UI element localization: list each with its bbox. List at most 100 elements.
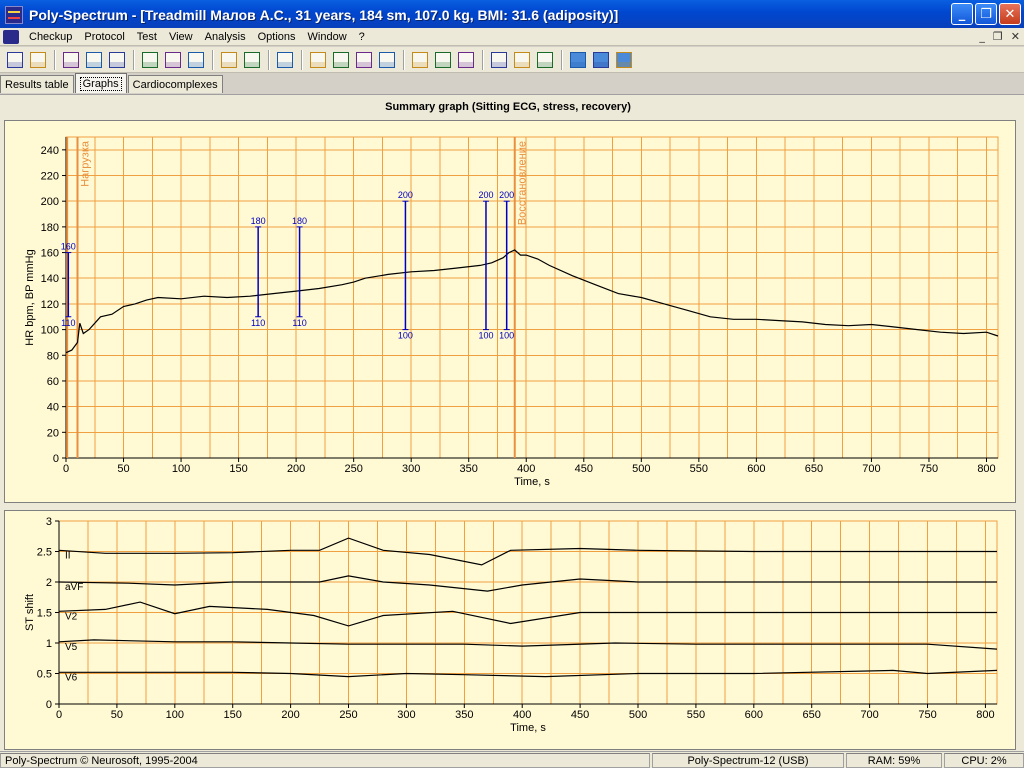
menu-view[interactable]: View: [163, 31, 199, 43]
y-tick-label: 160: [41, 248, 59, 260]
y-tick-label: 60: [47, 376, 59, 388]
y-tick-label: 40: [47, 402, 59, 414]
status-device: Poly-Spectrum-12 (USB): [652, 753, 844, 768]
x-tick-label: 300: [402, 463, 420, 475]
menu-options[interactable]: Options: [252, 31, 302, 43]
status-copyright: Poly-Spectrum © Neurosoft, 1995-2004: [0, 753, 650, 768]
x-tick-label: 250: [339, 709, 357, 721]
mdi-close-button[interactable]: ✕: [1011, 30, 1020, 43]
x-tick-label: 500: [629, 709, 647, 721]
summary-graph-panel[interactable]: 0 50 100 150 200 250 300 350 400 450 500 550 600 650 7…: [4, 120, 1016, 503]
y-tick-label: 240: [41, 145, 59, 157]
document-icon[interactable]: [3, 29, 19, 44]
y-tick-label: 3: [46, 516, 52, 528]
mdi-minimize-button[interactable]: _: [979, 30, 985, 43]
st-shift-chart[interactable]: 0 50 100 150 200 250 300 350 400 450 500 550 600 650 7…: [5, 511, 1017, 751]
y-tick-label: 100: [41, 325, 59, 337]
print-icon[interactable]: [162, 49, 184, 71]
x-tick-label: 650: [805, 463, 823, 475]
tab-bar: Results table Graphs Cardiocomplexes: [0, 73, 224, 94]
bp-diastolic-label: 110: [61, 318, 75, 328]
tab-results-table[interactable]: Results table: [0, 75, 74, 93]
save-icon[interactable]: [83, 49, 105, 71]
bp-systolic-label: 180: [292, 216, 307, 226]
bar-graph-icon[interactable]: [353, 49, 375, 71]
patient-list-icon[interactable]: [4, 49, 26, 71]
window-cascade-icon[interactable]: [567, 49, 589, 71]
bp-systolic-label: 200: [478, 190, 493, 200]
markers-icon[interactable]: [409, 49, 431, 71]
toolbar-separator: [133, 49, 135, 70]
y-tick-label: 200: [41, 196, 59, 208]
menu-bar: Checkup Protocol Test View Analysis Opti…: [0, 28, 1024, 46]
status-bar: Poly-Spectrum © Neurosoft, 1995-2004 Pol…: [0, 751, 1024, 768]
app-icon[interactable]: [5, 6, 23, 24]
bp-systolic-label: 160: [61, 242, 76, 252]
x-tick-label: 700: [860, 709, 878, 721]
x-tick-label: 600: [745, 709, 763, 721]
window-tile-h-icon[interactable]: [590, 49, 612, 71]
close-button[interactable]: ✕: [999, 3, 1021, 25]
trend-icon[interactable]: [534, 49, 556, 71]
toolbar-separator: [561, 49, 563, 70]
print-preview-icon[interactable]: [139, 49, 161, 71]
export-icon[interactable]: [106, 49, 128, 71]
markers-3-icon[interactable]: [455, 49, 477, 71]
y-tick-label: 20: [47, 427, 59, 439]
area-graph-icon[interactable]: [330, 49, 352, 71]
toolbar-separator: [212, 49, 214, 70]
menu-help[interactable]: ?: [353, 31, 371, 43]
restore-button[interactable]: ❐: [975, 3, 997, 25]
toolbar: [0, 47, 1024, 73]
x-tick-label: 400: [513, 709, 531, 721]
x-tick-label: 600: [747, 463, 765, 475]
x-tick-label: 800: [977, 463, 995, 475]
report-icon[interactable]: [185, 49, 207, 71]
menu-analysis[interactable]: Analysis: [199, 31, 252, 43]
y-tick-label: 80: [47, 350, 59, 362]
status-ram: RAM: 59%: [846, 753, 942, 768]
window-tile-v-icon[interactable]: [613, 49, 635, 71]
x-tick-label: 50: [117, 463, 129, 475]
y-tick-label: 180: [41, 222, 59, 234]
line-graph-icon[interactable]: [307, 49, 329, 71]
ecg-alt-icon[interactable]: [241, 49, 263, 71]
x-tick-label: 750: [920, 463, 938, 475]
x-tick-label: 350: [460, 463, 478, 475]
y-axis-label: ST shift: [24, 594, 36, 631]
kbt-icon[interactable]: [488, 49, 510, 71]
menu-protocol[interactable]: Protocol: [78, 31, 130, 43]
title-bar[interactable]: Poly-Spectrum - [Treadmill Малов А.С., 3…: [0, 0, 1024, 30]
ecg-icon[interactable]: [218, 49, 240, 71]
window-title: Poly-Spectrum - [Treadmill Малов А.С., 3…: [29, 7, 619, 23]
x-tick-label: 0: [56, 709, 62, 721]
minimize-button[interactable]: _: [951, 3, 973, 25]
x-tick-label: 200: [281, 709, 299, 721]
bp-systolic-label: 200: [398, 190, 413, 200]
x-tick-label: 800: [976, 709, 994, 721]
treadmill-icon[interactable]: [511, 49, 533, 71]
menu-window[interactable]: Window: [302, 31, 353, 43]
x-tick-label: 550: [690, 463, 708, 475]
mdi-restore-button[interactable]: ❐: [993, 30, 1003, 43]
markers-alt-icon[interactable]: [432, 49, 454, 71]
tab-cardiocomplexes[interactable]: Cardiocomplexes: [127, 75, 223, 93]
phase-marker-label: Нагрузка: [80, 140, 92, 187]
y-tick-label: 2.5: [37, 547, 52, 559]
toolbar-separator: [54, 49, 56, 70]
checkup-icon[interactable]: [27, 49, 49, 71]
zoom-icon[interactable]: [274, 49, 296, 71]
menu-test[interactable]: Test: [131, 31, 163, 43]
scatter-icon[interactable]: [376, 49, 398, 71]
menu-checkup[interactable]: Checkup: [23, 31, 78, 43]
st-series-line: [58, 639, 998, 650]
summary-chart[interactable]: 0 50 100 150 200 250 300 350 400 450 500 550 600 650 7…: [5, 121, 1017, 504]
y-tick-label: 0.5: [37, 669, 52, 681]
bp-diastolic-label: 100: [478, 331, 493, 341]
y-tick-label: 220: [41, 171, 59, 183]
x-tick-label: 450: [575, 463, 593, 475]
open-icon[interactable]: [60, 49, 82, 71]
plot-frame: [65, 136, 999, 459]
st-shift-panel[interactable]: 0 50 100 150 200 250 300 350 400 450 500 550 600 650 7…: [4, 510, 1016, 750]
tab-graphs[interactable]: Graphs: [74, 73, 127, 93]
